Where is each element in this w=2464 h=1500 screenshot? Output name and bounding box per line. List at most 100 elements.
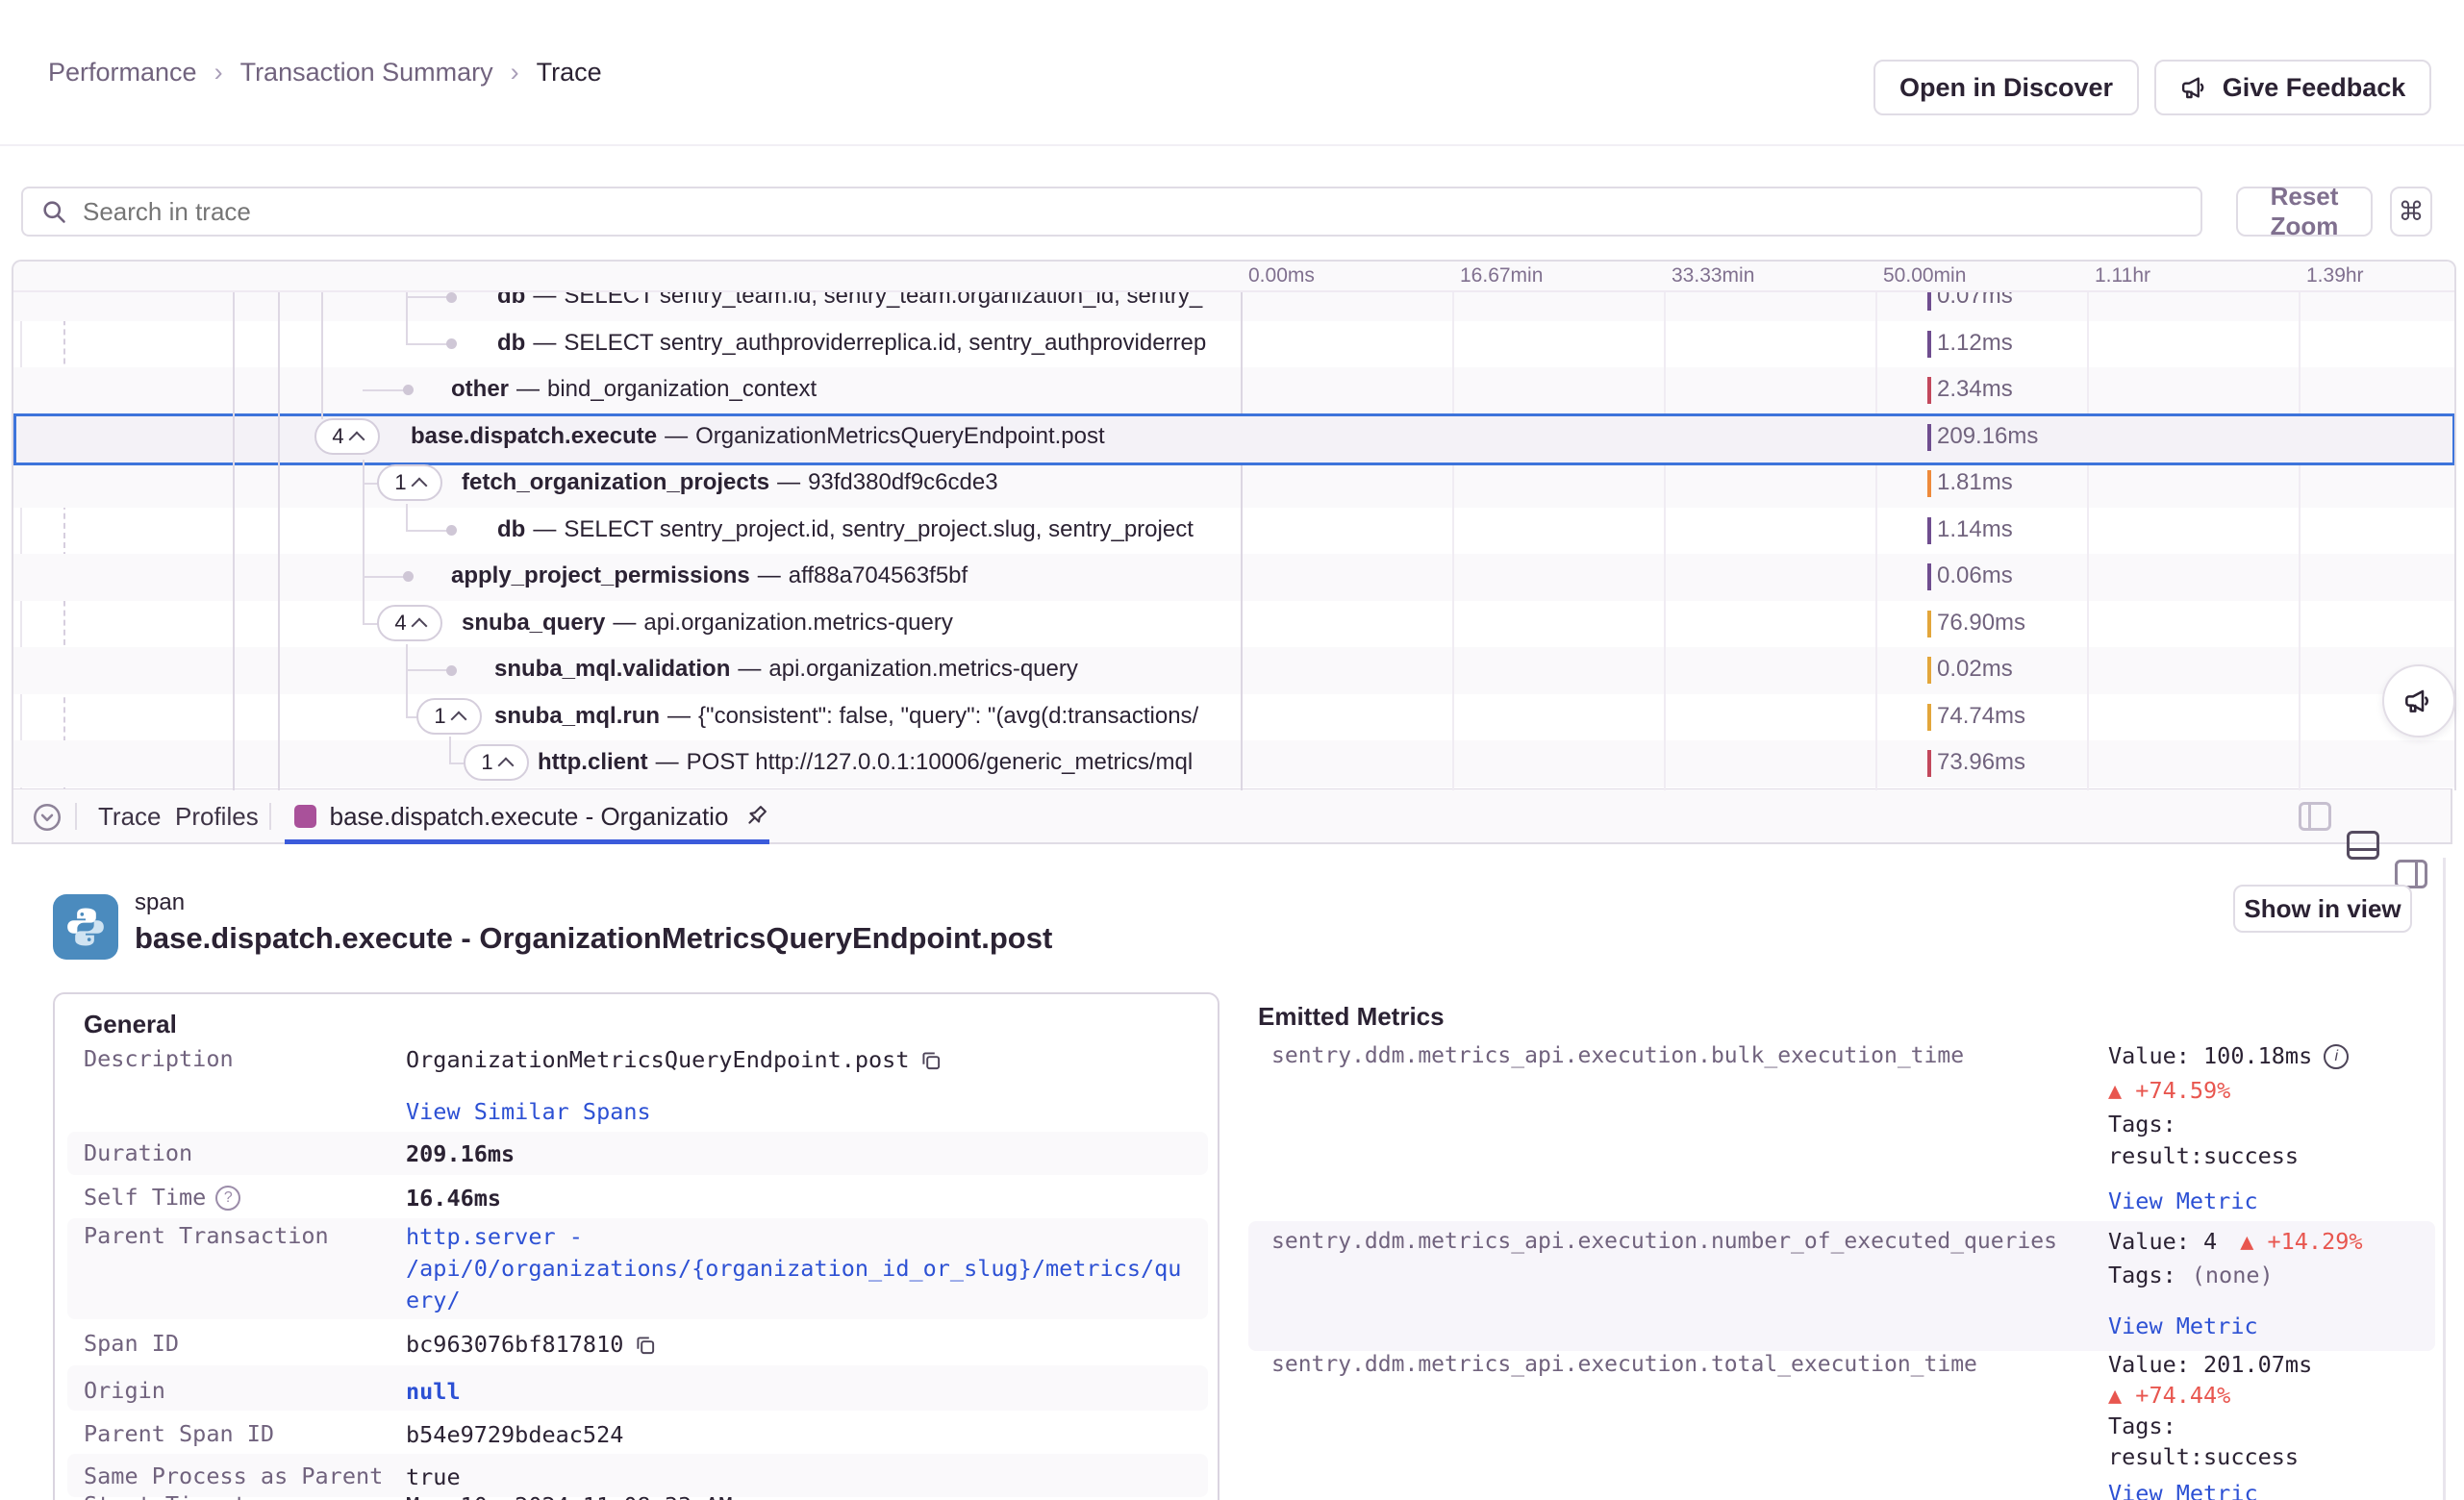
tree-elbow <box>363 483 378 485</box>
detail-kind-label: span <box>135 889 185 916</box>
layout-bottom-icon[interactable] <box>2347 831 2379 860</box>
info-icon[interactable]: i <box>2324 1044 2349 1069</box>
tab-active-span[interactable]: base.dispatch.execute - Organizatio… <box>285 789 769 843</box>
breadcrumb-transaction-summary[interactable]: Transaction Summary <box>240 58 493 88</box>
span-bar[interactable] <box>1927 517 1931 544</box>
span-bar[interactable] <box>1927 704 1931 731</box>
metric-name: sentry.ddm.metrics_api.execution.bulk_ex… <box>1271 1041 1964 1070</box>
general-section: General Description OrganizationMetricsQ… <box>53 992 1219 1500</box>
axis-tick-label: 16.67min <box>1460 264 1543 288</box>
span-bar[interactable] <box>1927 331 1931 358</box>
span-dot <box>403 571 414 582</box>
span-bar[interactable] <box>1927 657 1931 684</box>
search-input[interactable] <box>81 196 2200 228</box>
show-in-view-button[interactable]: Show in view <box>2233 885 2412 933</box>
header-divider <box>0 144 2464 146</box>
parent-transaction-link[interactable]: http.server - /api/0/organizations/{orga… <box>406 1221 1187 1316</box>
pin-icon[interactable] <box>742 803 769 830</box>
axis-tick-label: 0.00ms <box>1248 264 1315 288</box>
span-row[interactable]: http.client—POST http://127.0.0.1:10006/… <box>538 748 1236 777</box>
feedback-fab[interactable] <box>2382 664 2455 738</box>
view-metric-link[interactable]: View Metric <box>2108 1312 2258 1341</box>
metric-value: Value: 201.07ms <box>2108 1350 2312 1380</box>
help-icon[interactable]: ? <box>215 1186 240 1211</box>
reset-zoom-button[interactable]: Reset Zoom <box>2236 187 2373 237</box>
span-row[interactable]: base.dispatch.execute—OrganizationMetric… <box>411 422 1236 451</box>
badge-count: 1 <box>434 704 445 729</box>
axis-tick-label: 33.33min <box>1672 264 1754 288</box>
copy-icon[interactable] <box>633 1333 658 1358</box>
kv-label: Self Time ? <box>84 1183 240 1212</box>
layout-left-icon[interactable] <box>2299 802 2331 831</box>
give-feedback-label: Give Feedback <box>2223 73 2406 103</box>
kv-label: Parent Span ID <box>84 1419 274 1449</box>
shortcuts-button[interactable]: ⌘ <box>2390 187 2432 237</box>
span-duration: 74.74ms <box>1937 702 2025 731</box>
expand-badge[interactable]: 1 <box>416 698 482 735</box>
span-row[interactable]: snuba_query—api.organization.metrics-que… <box>462 609 1236 638</box>
grid-line <box>1241 262 1243 790</box>
badge-count: 4 <box>394 611 406 636</box>
emitted-metrics-heading: Emitted Metrics <box>1258 1002 1445 1032</box>
trace-waterfall[interactable]: 4 1 4 1 1 db—SELECT sentry_team.id, sent… <box>12 260 2456 790</box>
trace-page: Performance › Transaction Summary › Trac… <box>0 0 2464 1500</box>
tree-guide <box>233 290 235 790</box>
span-row[interactable]: snuba_mql.validation—api.organization.me… <box>494 655 1236 684</box>
metric-tags: Tags: (none) <box>2108 1261 2274 1290</box>
axis-tick-label: 50.00min <box>1883 264 1966 288</box>
span-dot <box>403 385 414 395</box>
span-row[interactable]: db—SELECT sentry_authproviderreplica.id,… <box>497 329 1236 358</box>
span-row[interactable]: db—SELECT sentry_project.id, sentry_proj… <box>497 515 1236 544</box>
search-box <box>21 187 2202 237</box>
badge-count: 1 <box>394 470 406 495</box>
span-duration: 209.16ms <box>1937 422 2038 451</box>
give-feedback-button[interactable]: Give Feedback <box>2154 60 2431 115</box>
metric-delta: ▲ +14.29% <box>2240 1227 2362 1257</box>
view-similar-spans-link[interactable]: View Similar Spans <box>406 1096 1187 1128</box>
kv-value-self-time: 16.46ms <box>406 1183 1187 1214</box>
tab-trace[interactable]: Trace <box>98 802 162 832</box>
chevron-up-icon <box>450 711 466 727</box>
open-in-discover-button[interactable]: Open in Discover <box>1873 60 2139 115</box>
span-bar[interactable] <box>1927 377 1931 404</box>
breadcrumb: Performance › Transaction Summary › Trac… <box>48 58 602 88</box>
detail-scrollbar[interactable] <box>2443 858 2446 1500</box>
span-bar[interactable] <box>1927 470 1931 497</box>
breadcrumb-performance[interactable]: Performance <box>48 58 197 88</box>
span-row[interactable]: apply_project_permissions—aff88a704563f5… <box>451 562 1236 590</box>
view-metric-link[interactable]: View Metric <box>2108 1187 2258 1216</box>
tree-guide <box>406 504 408 531</box>
python-icon <box>53 894 118 960</box>
span-duration: 1.81ms <box>1937 468 2013 497</box>
tree-guide <box>406 644 408 717</box>
span-duration: 73.96ms <box>1937 748 2025 777</box>
time-axis-header <box>13 262 2454 292</box>
span-bar[interactable] <box>1927 750 1931 777</box>
span-row[interactable]: other—bind_organization_context <box>451 375 1236 404</box>
span-bar[interactable] <box>1927 563 1931 590</box>
tree-elbow <box>406 343 448 345</box>
tab-profiles[interactable]: Profiles <box>175 802 259 832</box>
span-bar[interactable] <box>1927 424 1931 451</box>
span-bar[interactable] <box>1927 611 1931 638</box>
kv-value-description: OrganizationMetricsQueryEndpoint.post <box>406 1044 1187 1076</box>
kv-value-origin: null <box>406 1376 1187 1408</box>
chevron-up-icon <box>497 757 514 773</box>
collapse-panel-icon[interactable] <box>31 801 63 834</box>
copy-icon[interactable] <box>918 1048 943 1073</box>
expand-badge[interactable]: 1 <box>377 464 442 501</box>
expand-badge[interactable]: 4 <box>377 605 442 641</box>
chevron-right-icon: › <box>214 58 223 88</box>
breadcrumb-trace: Trace <box>537 58 602 88</box>
megaphone-icon <box>2180 73 2209 102</box>
view-metric-link[interactable]: View Metric <box>2108 1479 2258 1500</box>
kv-label: Span ID <box>84 1329 179 1359</box>
kv-value-same-process: true <box>406 1462 1187 1493</box>
span-row[interactable]: snuba_mql.run—{"consistent": false, "que… <box>494 702 1236 731</box>
span-row[interactable]: fetch_organization_projects—93fd380df9c6… <box>462 468 1236 497</box>
tree-guide <box>449 737 451 763</box>
tree-elbow <box>406 669 448 671</box>
span-duration: 1.14ms <box>1937 515 2013 544</box>
expand-badge[interactable]: 4 <box>314 418 380 455</box>
expand-badge[interactable]: 1 <box>464 744 529 781</box>
